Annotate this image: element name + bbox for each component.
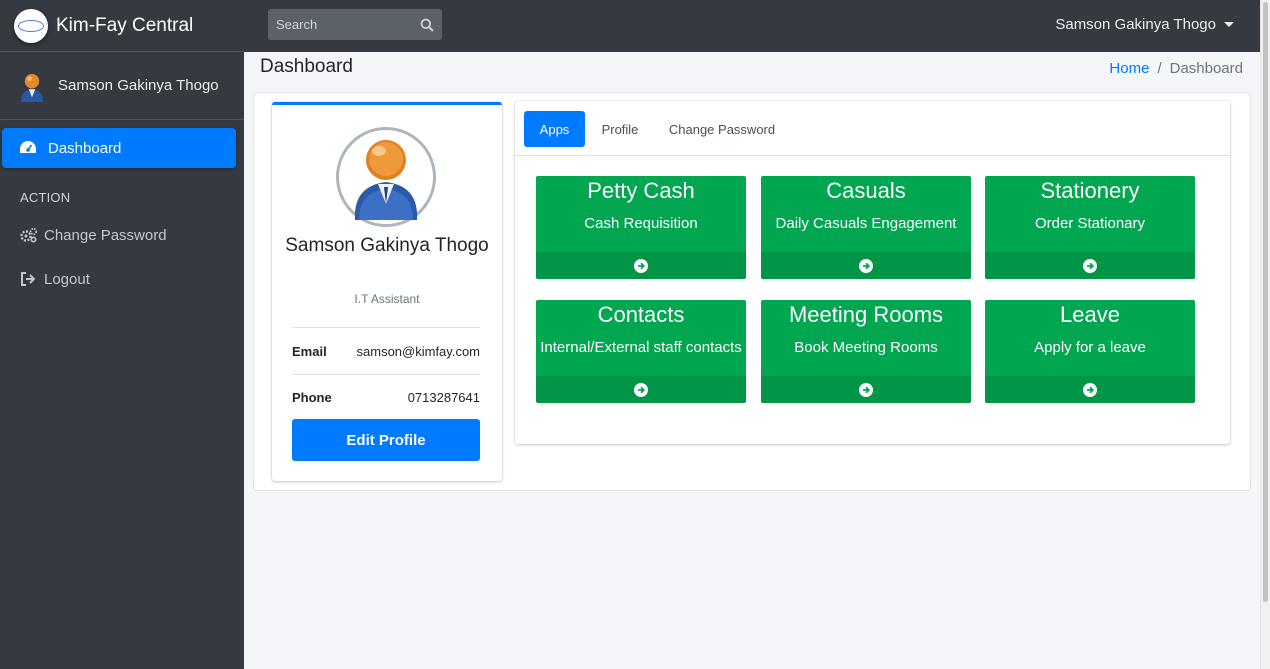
arrow-circle-right-icon — [1083, 258, 1097, 273]
app-tile-subtitle: Internal/External staff contacts — [540, 339, 742, 356]
edit-profile-button[interactable]: Edit Profile — [292, 419, 480, 461]
breadcrumb: Home / Dashboard — [1109, 60, 1243, 77]
tab-bar: Apps Profile Change Password — [515, 101, 1230, 156]
app-tile-footer-link[interactable] — [761, 252, 971, 279]
page-title: Dashboard — [260, 56, 353, 77]
app-tile-title: Contacts — [597, 302, 685, 327]
app-tile-footer-link[interactable] — [985, 252, 1195, 279]
kimfay-logo-icon — [14, 8, 48, 43]
app-tile-title: Leave — [1060, 302, 1120, 327]
scrollbar[interactable] — [1260, 0, 1270, 669]
profile-name: Samson Gakinya Thogo — [285, 235, 489, 256]
profile-avatar — [336, 127, 436, 227]
tab-apps[interactable]: Apps — [524, 111, 585, 147]
gears-icon — [20, 227, 40, 243]
app-tile-footer-link[interactable] — [536, 376, 746, 403]
caret-down-icon — [1224, 22, 1234, 27]
user-menu-dropdown[interactable]: Samson Gakinya Thogo — [1055, 16, 1234, 33]
brand[interactable]: Kim-Fay Central — [0, 0, 244, 52]
breadcrumb-current: Dashboard — [1169, 60, 1243, 77]
app-tile-casuals[interactable]: Casuals Daily Casuals Engagement — [761, 176, 971, 279]
arrow-circle-right-icon — [634, 258, 648, 273]
user-avatar-icon — [354, 140, 418, 220]
app-tile-subtitle: Daily Casuals Engagement — [775, 215, 957, 232]
tab-change-password[interactable]: Change Password — [661, 111, 783, 147]
sidebar-item-label: Change Password — [44, 226, 167, 244]
email-value: samson@kimfay.com — [356, 344, 480, 359]
sidebar-item-label: Dashboard — [48, 139, 122, 157]
tachometer-icon — [18, 140, 38, 156]
apps-panel: Apps Profile Change Password Petty Cash … — [515, 101, 1230, 444]
topbar: Samson Gakinya Thogo — [244, 0, 1260, 52]
sidebar-item-change-password[interactable]: Change Password — [2, 213, 236, 257]
app-tile-subtitle: Book Meeting Rooms — [794, 339, 938, 356]
app-tile-leave[interactable]: Leave Apply for a leave — [985, 300, 1195, 403]
app-tile-subtitle: Order Stationary — [1034, 215, 1146, 232]
app-tile-subtitle: Apply for a leave — [1034, 339, 1146, 356]
user-panel[interactable]: Samson Gakinya Thogo — [0, 52, 244, 120]
profile-email-row: Email samson@kimfay.com — [292, 344, 480, 359]
sign-out-icon — [20, 272, 40, 286]
profile-role: I.T Assistant — [354, 292, 420, 306]
breadcrumb-home-link[interactable]: Home — [1109, 60, 1149, 77]
search-input[interactable] — [268, 9, 413, 40]
sidebar-item-label: Logout — [44, 270, 90, 288]
app-tile-title: Casuals — [826, 178, 906, 203]
profile-phone-row: Phone 0713287641 — [292, 390, 480, 405]
divider — [292, 327, 480, 328]
profile-card: Samson Gakinya Thogo I.T Assistant Email… — [272, 102, 502, 481]
nav-section-header: ACTION — [20, 190, 71, 205]
user-avatar-icon — [20, 73, 44, 102]
phone-label: Phone — [292, 390, 332, 405]
app-tile-title: Petty Cash — [587, 178, 695, 203]
app-tile-footer-link[interactable] — [985, 376, 1195, 403]
app-tile-footer-link[interactable] — [761, 376, 971, 403]
app-tile-stationery[interactable]: Stationery Order Stationary — [985, 176, 1195, 279]
divider — [292, 374, 480, 375]
arrow-circle-right-icon — [634, 382, 648, 397]
arrow-circle-right-icon — [859, 258, 873, 273]
phone-value: 0713287641 — [407, 390, 480, 405]
arrow-circle-right-icon — [1083, 382, 1097, 397]
app-tile-footer-link[interactable] — [536, 252, 746, 279]
tab-profile[interactable]: Profile — [593, 111, 647, 147]
app-tile-title: Stationery — [1040, 178, 1140, 203]
sidebar-nav: Dashboard ACTION Change Password Logout — [0, 120, 244, 301]
search-box — [268, 9, 442, 40]
app-tile-meeting-rooms[interactable]: Meeting Rooms Book Meeting Rooms — [761, 300, 971, 403]
sidebar-user-name: Samson Gakinya Thogo — [58, 77, 219, 94]
sidebar: Kim-Fay Central Samson Gakinya Thogo Das… — [0, 0, 244, 669]
arrow-circle-right-icon — [859, 382, 873, 397]
breadcrumb-separator: / — [1157, 60, 1162, 77]
email-label: Email — [292, 344, 327, 359]
app-tile-petty-cash[interactable]: Petty Cash Cash Requisition — [536, 176, 746, 279]
sidebar-item-dashboard[interactable]: Dashboard — [2, 128, 236, 168]
app-tile-contacts[interactable]: Contacts Internal/External staff contact… — [536, 300, 746, 403]
user-menu-label: Samson Gakinya Thogo — [1055, 16, 1216, 33]
app-tile-title: Meeting Rooms — [788, 302, 944, 327]
search-icon[interactable] — [418, 16, 436, 34]
brand-name: Kim-Fay Central — [56, 14, 194, 36]
sidebar-item-logout[interactable]: Logout — [2, 257, 236, 301]
scrollbar-thumb[interactable] — [1263, 2, 1268, 602]
app-tile-subtitle: Cash Requisition — [584, 215, 698, 232]
